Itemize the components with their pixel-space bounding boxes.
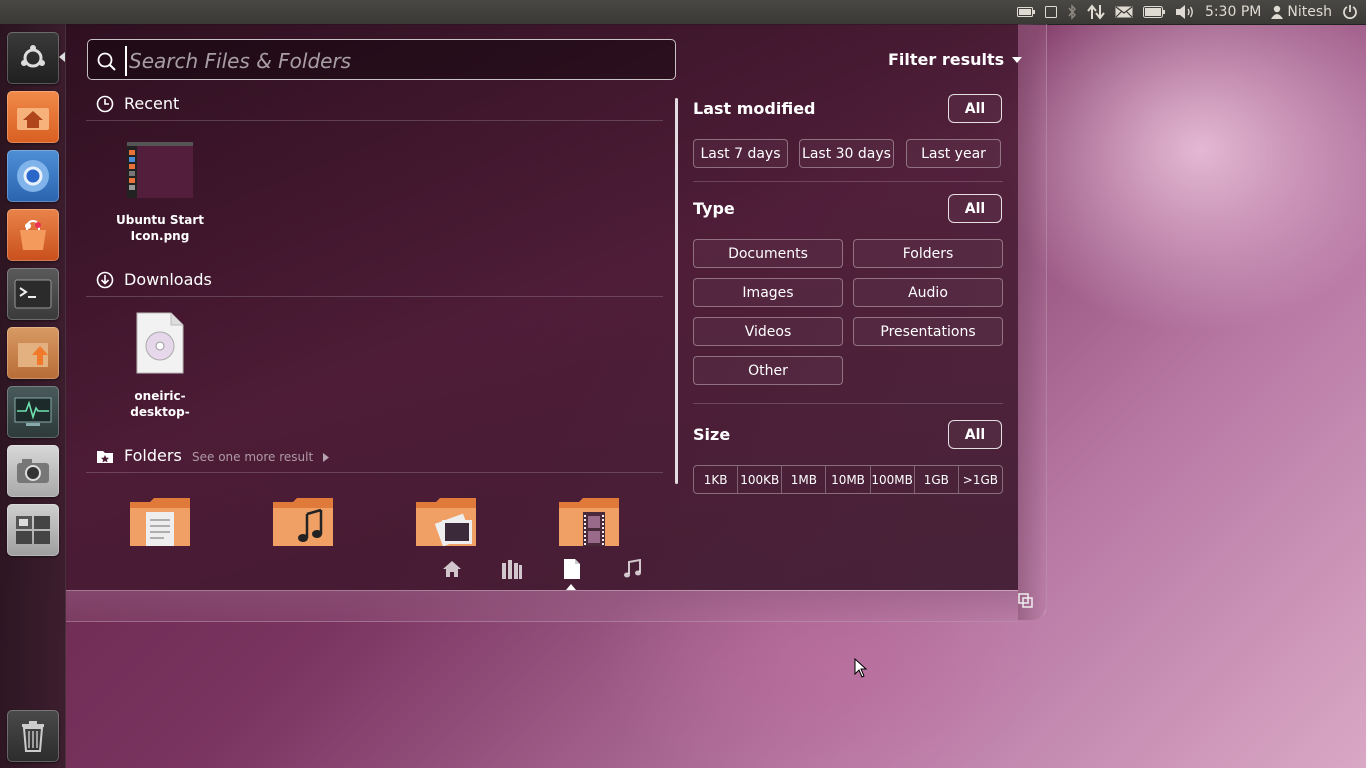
type-folders-button[interactable]: Folders	[853, 239, 1003, 268]
type-other-button[interactable]: Other	[693, 356, 843, 385]
folder-star-icon	[97, 450, 113, 463]
last-30-days-button[interactable]: Last 30 days	[799, 139, 894, 168]
camera-icon[interactable]	[7, 445, 59, 497]
downloads-title: Downloads	[124, 270, 212, 289]
folders-header[interactable]: Folders	[96, 446, 182, 465]
applications-lens-icon[interactable]	[500, 557, 524, 581]
size-1mb-button[interactable]: 1MB	[782, 466, 827, 493]
system-monitor-icon[interactable]	[7, 386, 59, 438]
clock[interactable]: 5:30 PM	[1205, 0, 1261, 24]
scrollbar[interactable]	[675, 98, 678, 484]
terminal-icon[interactable]	[7, 268, 59, 320]
size-1kb-button[interactable]: 1KB	[694, 466, 739, 493]
size-10mb-button[interactable]: 10MB	[826, 466, 871, 493]
bluetooth-icon[interactable]	[1067, 0, 1077, 24]
music-folder-icon	[273, 498, 333, 546]
folder-item[interactable]	[557, 496, 621, 546]
launcher	[0, 24, 66, 768]
size-100mb-button[interactable]: 100MB	[871, 466, 915, 493]
type-videos-button[interactable]: Videos	[693, 317, 843, 346]
downloads-header[interactable]: Downloads	[96, 270, 212, 289]
folder-item[interactable]	[414, 496, 478, 546]
search-input[interactable]	[125, 46, 671, 76]
folders-title: Folders	[124, 446, 182, 465]
active-arrow-icon	[59, 52, 65, 62]
divider	[693, 403, 1003, 404]
indicator-area: 5:30 PM Nitesh	[1016, 0, 1358, 24]
type-documents-button[interactable]: Documents	[693, 239, 843, 268]
folder-item[interactable]	[128, 496, 192, 546]
chevron-down-icon	[1012, 56, 1023, 63]
filter-results-label: Filter results	[888, 50, 1005, 69]
divider	[86, 472, 663, 473]
recent-item-label: Ubuntu Start Icon.png	[115, 213, 204, 243]
download-item-label: oneiric-desktop-	[130, 389, 190, 419]
size-1gb-button[interactable]: 1GB	[915, 466, 959, 493]
mouse-cursor-icon	[854, 658, 868, 678]
search-box	[87, 39, 676, 80]
workspace-switcher-icon[interactable]	[7, 504, 59, 556]
dash-border-bottom	[66, 590, 1018, 622]
type-title: Type	[693, 199, 735, 218]
ubuntu-logo-icon[interactable]	[7, 32, 59, 84]
home-lens-icon[interactable]	[440, 557, 464, 581]
size-over-1gb-button[interactable]: >1GB	[959, 466, 1002, 493]
window-icon[interactable]	[1044, 0, 1057, 24]
size-100kb-button[interactable]: 100KB	[738, 466, 783, 493]
mail-icon[interactable]	[1115, 0, 1133, 24]
type-audio-button[interactable]: Audio	[853, 278, 1003, 307]
divider	[86, 120, 663, 121]
download-item[interactable]: oneiric-desktop-	[105, 312, 215, 422]
trash-icon[interactable]	[7, 710, 59, 762]
recent-header[interactable]: Recent	[96, 94, 179, 113]
user-name: Nitesh	[1287, 4, 1332, 20]
filter-results-toggle[interactable]: Filter results	[888, 50, 1023, 69]
update-manager-icon[interactable]	[7, 327, 59, 379]
resize-handle-icon[interactable]	[1018, 593, 1034, 609]
recent-item[interactable]: Ubuntu Start Icon.png	[105, 140, 215, 246]
power-icon[interactable]	[1342, 0, 1358, 24]
documents-folder-icon	[130, 498, 190, 546]
software-center-icon[interactable]	[7, 209, 59, 261]
disc-image-file-icon	[136, 312, 184, 374]
user-icon	[1271, 5, 1284, 19]
see-more-label: See one more result	[192, 450, 314, 464]
last-year-button[interactable]: Last year	[906, 139, 1001, 168]
files-lens-icon[interactable]	[560, 557, 584, 581]
last-7-days-button[interactable]: Last 7 days	[693, 139, 788, 168]
folder-item[interactable]	[271, 496, 335, 546]
last-modified-all-button[interactable]: All	[948, 94, 1002, 123]
network-icon[interactable]	[1087, 0, 1105, 24]
type-images-button[interactable]: Images	[693, 278, 843, 307]
clock-icon	[96, 95, 114, 112]
image-thumbnail-icon	[127, 142, 193, 198]
chromium-icon[interactable]	[7, 150, 59, 202]
user-menu[interactable]: Nitesh	[1271, 0, 1332, 24]
battery-indicator-icon[interactable]	[1016, 0, 1035, 24]
chevron-right-icon	[323, 452, 330, 462]
search-icon	[97, 52, 116, 71]
size-button-group: 1KB 100KB 1MB 10MB 100MB 1GB >1GB	[693, 465, 1003, 494]
videos-folder-icon	[559, 498, 619, 546]
last-modified-title: Last modified	[693, 99, 816, 118]
divider	[86, 296, 663, 297]
dash-border	[1018, 24, 1047, 620]
see-more-link[interactable]: See one more result	[192, 450, 330, 464]
recent-title: Recent	[124, 94, 180, 113]
pictures-folder-icon	[416, 498, 476, 546]
battery-icon[interactable]	[1142, 0, 1165, 24]
home-folder-icon[interactable]	[7, 91, 59, 143]
dash-panel	[66, 24, 1018, 590]
music-lens-icon[interactable]	[620, 557, 644, 581]
size-all-button[interactable]: All	[948, 420, 1002, 449]
type-all-button[interactable]: All	[948, 194, 1002, 223]
download-icon	[96, 271, 114, 288]
active-lens-indicator-icon	[566, 584, 576, 590]
volume-icon[interactable]	[1175, 0, 1195, 24]
type-presentations-button[interactable]: Presentations	[853, 317, 1003, 346]
divider	[693, 181, 1003, 182]
size-title: Size	[693, 425, 731, 444]
top-panel: 5:30 PM Nitesh	[0, 0, 1366, 25]
